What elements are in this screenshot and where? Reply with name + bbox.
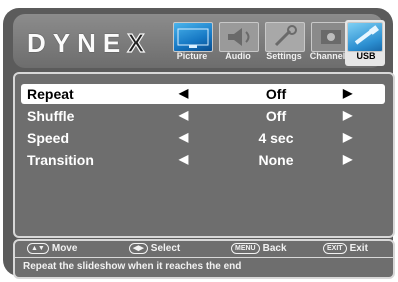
setting-row-shuffle[interactable]: Shuffle ◀ Off ▶ [21, 106, 385, 126]
setting-value: None [258, 152, 294, 168]
setting-value: Off [265, 86, 287, 102]
setting-row-repeat[interactable]: Repeat ◀ Off ▶ [21, 84, 385, 104]
tv-frame: DYNEX Picture Audio Settings Channels US… [3, 8, 395, 279]
tab-audio[interactable]: Audio [217, 20, 259, 66]
menu-key-icon: MENU [231, 243, 260, 254]
picture-icon [173, 22, 213, 52]
menu-header: DYNEX Picture Audio Settings Channels US… [13, 14, 385, 68]
arrow-right-icon[interactable]: ▶ [343, 108, 352, 122]
setting-row-speed[interactable]: Speed ◀ 4 sec ▶ [21, 128, 385, 148]
setting-value: 4 sec [258, 130, 294, 146]
tab-label: USB [356, 51, 376, 61]
hint-back: MENU Back [231, 243, 287, 254]
hint-exit: EXIT Exit [323, 243, 368, 254]
setting-row-transition[interactable]: Transition ◀ None ▶ [21, 150, 385, 170]
help-text: Repeat the slideshow when it reaches the… [23, 261, 242, 272]
audio-icon [219, 22, 259, 52]
arrow-left-icon[interactable]: ◀ [179, 130, 188, 144]
exit-key-icon: EXIT [323, 243, 347, 254]
arrow-right-icon[interactable]: ▶ [343, 130, 352, 144]
arrow-right-icon[interactable]: ▶ [343, 152, 352, 166]
setting-name: Repeat [27, 86, 74, 102]
arrow-right-icon[interactable]: ▶ [343, 86, 352, 100]
leftright-key-icon: ◀▶ [129, 243, 148, 254]
key-hints: ▲▼ Move ◀▶ Select MENU Back EXIT Exit [15, 243, 393, 257]
usb-icon [347, 22, 383, 52]
arrow-left-icon[interactable]: ◀ [179, 108, 188, 122]
help-footer: ▲▼ Move ◀▶ Select MENU Back EXIT Exit Repeat… [13, 239, 395, 279]
setting-name: Shuffle [27, 108, 75, 124]
tab-settings[interactable]: Settings [263, 20, 305, 66]
setting-name: Transition [27, 152, 94, 168]
arrow-left-icon[interactable]: ◀ [179, 86, 188, 100]
hint-select: ◀▶ Select [129, 243, 180, 254]
setting-name: Speed [27, 130, 70, 146]
hint-move: ▲▼ Move [27, 243, 77, 254]
arrow-left-icon[interactable]: ◀ [179, 152, 188, 166]
settings-icon [265, 22, 305, 52]
brand-logo: DYNEX [27, 27, 152, 58]
setting-value: Off [265, 108, 287, 124]
updown-key-icon: ▲▼ [27, 243, 49, 254]
footer-divider [15, 257, 393, 258]
tab-picture[interactable]: Picture [171, 20, 213, 66]
settings-panel: Repeat ◀ Off ▶ Shuffle ◀ Off ▶ Speed ◀ 4… [13, 72, 395, 238]
tab-usb[interactable]: USB [345, 20, 385, 66]
